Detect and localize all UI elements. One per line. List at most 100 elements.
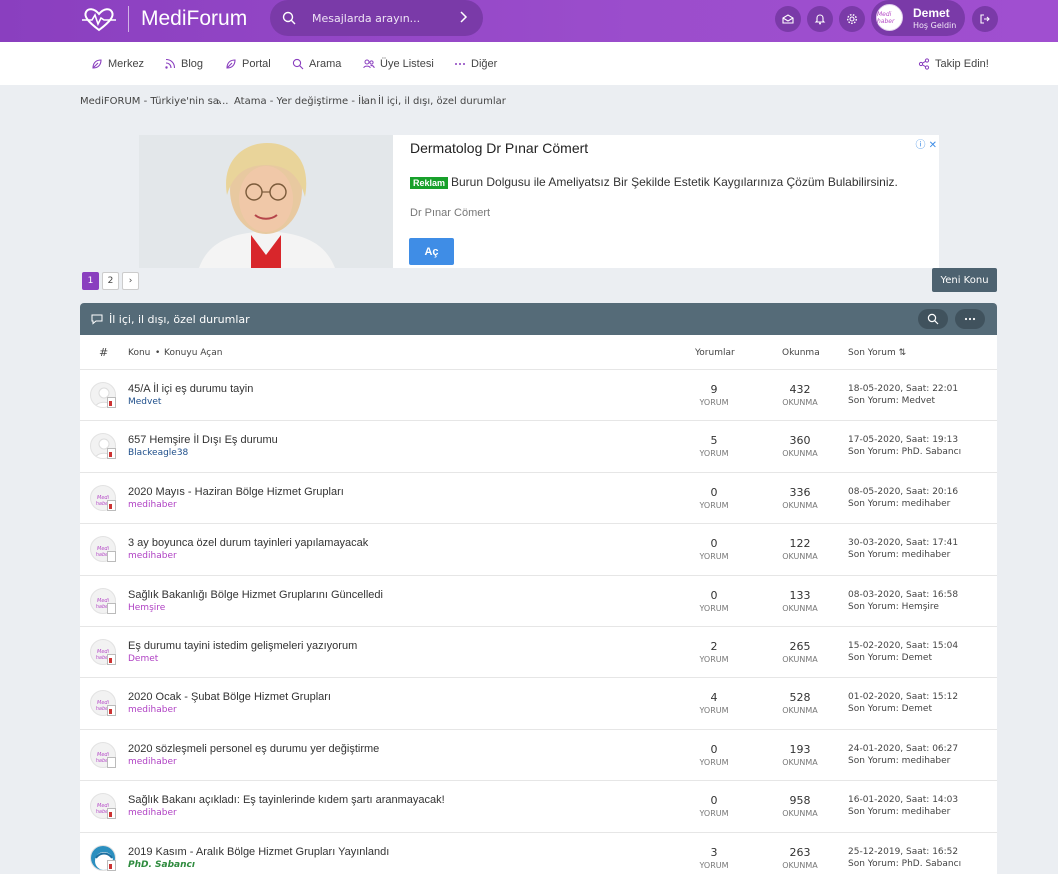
topic-title-link[interactable]: 2020 sözleşmeli personel eş durumu yer d… [128,743,379,755]
topic-author-link[interactable]: medihaber [128,551,177,561]
nav-item-portal[interactable]: Portal [225,56,271,72]
nav-item-label: Blog [181,58,204,70]
topic-author-link[interactable]: medihaber [128,757,177,767]
topic-title-link[interactable]: Sağlık Bakanı açıkladı: Eş tayinlerinde … [128,794,445,806]
topic-title-link[interactable]: 3 ay boyunca özel durum tayinleri yapıla… [128,537,368,549]
table-row[interactable]: 45/A İl içi eş durumu tayin Medvet 9 YORUM 4… [80,369,997,420]
last-post-user-link[interactable]: Hemşire [902,602,939,612]
topic-title-link[interactable]: Eş durumu tayini istedim gelişmeleri yaz… [128,640,357,652]
last-post-user-link[interactable]: PhD. Sabancı [902,447,961,457]
logout-button[interactable] [972,6,998,32]
topic-title-link[interactable]: 657 Hemşire İl Dışı Eş durumu [128,434,278,446]
last-post-user-link[interactable]: Demet [902,653,932,663]
forum-options-button[interactable] [955,309,985,329]
last-post-user: Son Yorum: Demet [848,704,932,714]
col-last[interactable]: Son Yorum ⇅ [848,348,906,358]
last-post-user-link[interactable]: medihaber [902,756,951,766]
topic-author-link[interactable]: Demet [128,654,158,664]
reply-count: 5 [710,434,718,448]
topic-author-link[interactable]: PhD. Sabancı [128,860,195,870]
last-post-user-link[interactable]: medihaber [902,550,951,560]
topic-author-link[interactable]: medihaber [128,500,177,510]
settings-button[interactable] [839,6,865,32]
col-starter[interactable]: Konuyu Açan [164,348,222,358]
last-post-user-link[interactable]: Demet [902,704,932,714]
new-topic-button[interactable]: Yeni Konu [932,268,997,292]
ad-title[interactable]: Dermatolog Dr Pınar Cömert [410,140,588,156]
last-post-user-link[interactable]: medihaber [902,807,951,817]
page-2-button[interactable]: 2 [102,272,119,290]
topic-author-link[interactable]: Hemşire [128,603,165,613]
table-row[interactable]: Medi haber 2020 sözleşmeli personel eş du… [80,728,997,780]
table-row[interactable]: 2019 Kasım - Aralık Bölge Hizmet Gruplar… [80,831,997,874]
reply-unit: YORUM [699,860,729,870]
col-topic[interactable]: Konu [128,348,150,358]
table-row[interactable]: Medi haber Sağlık Bakanı açıkladı: Eş tay… [80,780,997,831]
col-replies[interactable]: Yorumlar [695,348,735,358]
ad-photo[interactable] [139,135,393,268]
topic-title-link[interactable]: Sağlık Bakanlığı Bölge Hizmet Gruplarını… [128,589,383,601]
last-post-user: Son Yorum: medihaber [848,499,950,509]
col-hash: # [99,346,109,359]
last-post-date[interactable]: 30-03-2020, Saat: 17:41 [848,538,958,548]
document-icon [107,602,116,614]
last-post-date[interactable]: 25-12-2019, Saat: 16:52 [848,847,958,857]
search-icon [927,313,939,325]
nav-item-arama[interactable]: Arama [292,56,341,72]
forum-search-button[interactable] [918,309,948,329]
nav-item-merkez[interactable]: Merkez [91,56,144,72]
site-logo-text[interactable]: MediForum [141,7,247,31]
topic-title-link[interactable]: 2019 Kasım - Aralık Bölge Hizmet Gruplar… [128,846,389,858]
last-post-user-link[interactable]: PhD. Sabancı [902,859,961,869]
heart-pulse-logo-icon[interactable] [82,6,116,32]
topic-author-link[interactable]: Medvet [128,397,161,407]
nav-item-label: Üye Listesi [380,58,434,70]
breadcrumb-item[interactable]: MediFORUM - Türkiye'nin sa... [80,96,228,107]
view-unit: OKUNMA [782,552,818,562]
last-post-date[interactable]: 24-01-2020, Saat: 06:27 [848,744,958,754]
last-post-prefix: Son Yorum: [848,858,899,869]
table-row[interactable]: Medi haber 2020 Ocak - Şubat Bölge Hizmet… [80,677,997,728]
nav-item-diger[interactable]: Diğer [454,56,497,72]
table-row[interactable]: 657 Hemşire İl Dışı Eş durumu Blackeagle3… [80,420,997,471]
col-views[interactable]: Okunma [782,348,820,358]
breadcrumb-item[interactable]: Atama - Yer değiştirme - İlan [234,96,376,107]
last-post-date[interactable]: 18-05-2020, Saat: 22:01 [848,384,958,394]
topic-author-link[interactable]: medihaber [128,808,177,818]
last-post-user-link[interactable]: Medvet [902,396,935,406]
document-icon [107,448,116,460]
next-page-button[interactable]: › [122,272,139,290]
notifications-button[interactable] [807,6,833,32]
search-input[interactable] [312,9,452,27]
topic-author-link[interactable]: Blackeagle38 [128,448,188,458]
messages-button[interactable] [775,6,801,32]
last-post-date[interactable]: 08-05-2020, Saat: 20:16 [848,487,958,497]
envelope-icon [782,14,794,24]
search-box[interactable] [270,0,483,36]
topic-title-link[interactable]: 2020 Ocak - Şubat Bölge Hizmet Grupları [128,691,331,703]
last-post-date[interactable]: 16-01-2020, Saat: 14:03 [848,795,958,805]
topic-title-link[interactable]: 2020 Mayıs - Haziran Bölge Hizmet Grupla… [128,486,344,498]
table-row[interactable]: Medi haber 2020 Mayıs - Haziran Bölge Hiz… [80,471,997,523]
topic-title-link[interactable]: 45/A İl içi eş durumu tayin [128,383,253,395]
last-post-date[interactable]: 01-02-2020, Saat: 15:12 [848,692,958,702]
last-post-date[interactable]: 15-02-2020, Saat: 15:04 [848,641,958,651]
search-icon [292,58,304,70]
table-row[interactable]: Medi haber 3 ay boyunca özel durum tayinl… [80,523,997,574]
ad-open-button[interactable]: Aç [409,238,454,265]
last-post-date[interactable]: 17-05-2020, Saat: 19:13 [848,435,958,445]
nav-item-uye-listesi[interactable]: Üye Listesi [363,56,434,72]
last-post-prefix: Son Yorum: [848,755,899,766]
page-1-button[interactable]: 1 [82,272,99,290]
nav-item-blog[interactable]: Blog [164,56,203,72]
last-post-date[interactable]: 08-03-2020, Saat: 16:58 [848,590,958,600]
chevron-right-icon[interactable] [456,10,470,24]
last-post-user-link[interactable]: medihaber [902,499,951,509]
user-menu[interactable]: Medi haber Demet Hoş Geldin [871,0,965,36]
advertisement[interactable]: Dermatolog Dr Pınar Cömert Reklam Burun … [139,135,939,268]
table-row[interactable]: Medi haber Sağlık Bakanlığı Bölge Hizmet … [80,574,997,626]
table-row[interactable]: Medi haber Eş durumu tayini istedim geliş… [80,626,997,677]
ad-close-icon[interactable]: ⓘ ✕ [915,136,937,151]
topic-author-link[interactable]: medihaber [128,705,177,715]
follow-button[interactable]: Takip Edin! [918,56,989,72]
